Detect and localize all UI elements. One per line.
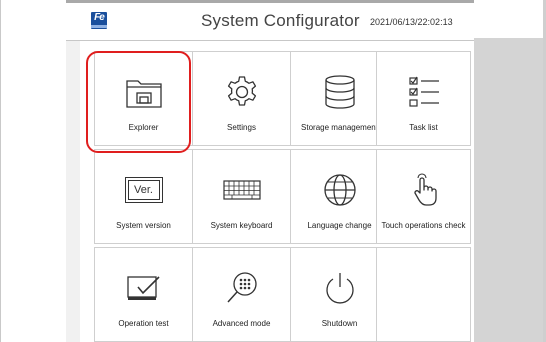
advanced-mode-tile[interactable]: Advanced mode: [192, 247, 291, 342]
storage-management-tile[interactable]: Storage management: [290, 51, 389, 146]
settings-label: Settings: [227, 123, 256, 132]
left-margin-panel: [66, 40, 80, 342]
clock-timestamp: 2021/06/13/22:02:13: [370, 17, 453, 27]
shutdown-tile[interactable]: Shutdown: [290, 247, 389, 342]
power-icon: [291, 266, 388, 310]
operation-test-tile[interactable]: Operation test: [94, 247, 193, 342]
task-list-label: Task list: [409, 123, 438, 132]
window-left-border: [0, 0, 1, 342]
settings-tile[interactable]: Settings: [192, 51, 291, 146]
system-keyboard-label: System keyboard: [210, 221, 273, 230]
logo-underline: [91, 25, 107, 28]
language-change-label: Language change: [307, 221, 372, 230]
touch-operations-check-label: Touch operations check: [381, 221, 466, 230]
task-list-tile[interactable]: Task list: [376, 51, 471, 146]
brand-logo: Fe: [91, 12, 107, 29]
operation-test-icon: [95, 266, 192, 310]
empty-tile: [376, 247, 471, 342]
system-version-tile[interactable]: Ver. System version: [94, 149, 193, 244]
explorer-tile[interactable]: Explorer: [94, 51, 193, 146]
app-title: System Configurator: [201, 11, 360, 30]
header-accent-bar: [66, 0, 474, 3]
folder-icon: [95, 70, 192, 114]
advanced-mode-label: Advanced mode: [212, 319, 271, 328]
storage-management-label: Storage management: [301, 123, 378, 132]
system-keyboard-tile[interactable]: System keyboard: [192, 149, 291, 244]
gear-icon: [193, 70, 290, 114]
version-icon: Ver.: [95, 168, 192, 212]
right-side-panel: [474, 38, 543, 342]
app-header: Fe System Configurator 2021/06/13/22:02:…: [66, 0, 474, 41]
keyboard-icon: [193, 168, 290, 212]
header-right-area: [474, 0, 543, 38]
operation-test-label: Operation test: [118, 319, 169, 328]
database-icon: [291, 70, 388, 114]
shutdown-label: Shutdown: [321, 319, 358, 328]
explorer-label: Explorer: [128, 123, 159, 132]
logo-mark: Fe: [94, 12, 105, 23]
system-version-label: System version: [116, 221, 171, 230]
checklist-icon: [377, 70, 470, 114]
advanced-mode-icon: [193, 266, 290, 310]
language-change-tile[interactable]: Language change: [290, 149, 389, 244]
globe-icon: [291, 168, 388, 212]
touch-hand-icon: [377, 168, 470, 212]
touch-operations-check-tile[interactable]: Touch operations check: [376, 149, 471, 244]
